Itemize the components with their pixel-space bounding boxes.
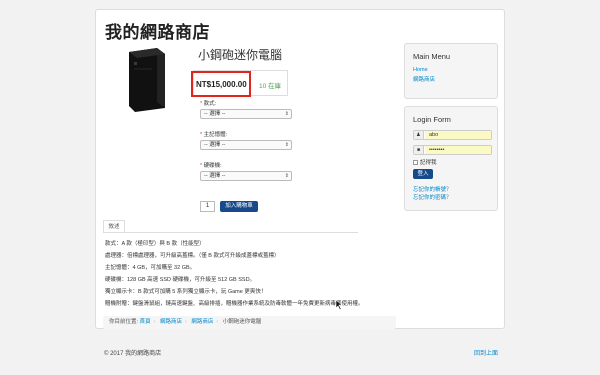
- breadcrumb-prefix: 你目前位置:: [109, 319, 139, 325]
- option-label-style: * 款式:: [200, 101, 217, 107]
- forgot-password-link[interactable]: 忘記你的密碼？: [413, 193, 452, 201]
- description-line: 硬碟機：128 GB 高速 SSD 硬碟機，可升級至 512 GB SSD。: [105, 277, 256, 283]
- user-icon: ♟: [414, 131, 424, 139]
- select-arrows-icon: ⇕: [284, 173, 289, 179]
- tab-divider: [103, 232, 358, 233]
- back-to-top-link[interactable]: 回到上面: [474, 348, 498, 357]
- option-label-memory: * 主記憶體:: [200, 132, 228, 138]
- breadcrumb: 你目前位置: 首頁 › 網路商店 › 網路商店 › 小鋼砲迷你電腦: [103, 316, 396, 329]
- footer-copyright: © 2017 我的網路商店: [104, 351, 162, 357]
- site-title: 我的網路商店: [105, 23, 210, 42]
- login-button[interactable]: 登入: [413, 169, 433, 179]
- option-label-drive: * 硬碟機:: [200, 163, 222, 169]
- product-name: 小鋼砲迷你電腦: [198, 48, 283, 62]
- main-container: 我的網路商店 小鋼砲迷你電腦 NT$15,000.00 10 在庫 * 款式: …: [95, 9, 505, 329]
- password-field[interactable]: ■ ••••••••: [413, 145, 492, 155]
- menu-item-store[interactable]: 網路商店: [413, 75, 435, 83]
- login-form-title: Login Form: [413, 115, 451, 124]
- select-arrows-icon: ⇕: [284, 111, 289, 117]
- username-field[interactable]: ♟ abo: [413, 130, 492, 140]
- breadcrumb-store[interactable]: 網路商店: [160, 319, 182, 325]
- option-select-drive[interactable]: -- 選擇 -- ⇕: [200, 171, 292, 181]
- option-select-memory[interactable]: -- 選擇 -- ⇕: [200, 140, 292, 150]
- main-menu-panel: Main Menu Home 網路商店: [404, 43, 498, 99]
- description-line: 款式：A 款（極印型）與 B 款（性能型）: [105, 241, 205, 247]
- lock-icon: ■: [414, 146, 424, 154]
- remember-checkbox[interactable]: [413, 160, 418, 166]
- product-image[interactable]: [121, 46, 169, 112]
- description-line: 主記憶體：4 GB，可加購至 32 GB。: [105, 265, 196, 271]
- login-form-panel: Login Form ♟ abo ■ •••••••• 記得我 登入 忘記你的帳…: [404, 106, 498, 211]
- breadcrumb-store-category[interactable]: 網路商店: [191, 319, 213, 325]
- remember-me[interactable]: 記得我: [413, 158, 437, 166]
- description-line: 處理器：倍標處理器，可升級高蓋標。（僅 B 款式可升級成蓋標或蓋標）: [105, 253, 280, 259]
- select-arrows-icon: ⇕: [284, 142, 289, 148]
- breadcrumb-home[interactable]: 首頁: [140, 319, 151, 325]
- forgot-username-link[interactable]: 忘記你的帳號？: [413, 185, 452, 193]
- quantity-input[interactable]: 1: [200, 201, 215, 212]
- main-menu-title: Main Menu: [413, 52, 451, 61]
- description-line: 贈機附贈：鍵盤滑鼠組，鏈高速鍵盤、高級排插，贈機器作業系統及防毒軟體一年免費更新…: [105, 301, 364, 307]
- mouse-cursor-icon: [336, 300, 343, 310]
- breadcrumb-current: 小鋼砲迷你電腦: [222, 319, 262, 325]
- description-line: 獨立顯示卡：B 款式可加購 5 系列獨立顯示卡，玩 Game 更爽快！: [105, 289, 267, 295]
- price-highlight-box: [191, 71, 251, 97]
- option-select-style[interactable]: -- 選擇 -- ⇕: [200, 109, 292, 119]
- menu-item-home[interactable]: Home: [413, 67, 428, 73]
- stock-status: 10 在庫: [259, 83, 282, 90]
- add-to-cart-button[interactable]: 加入購物車: [220, 201, 258, 212]
